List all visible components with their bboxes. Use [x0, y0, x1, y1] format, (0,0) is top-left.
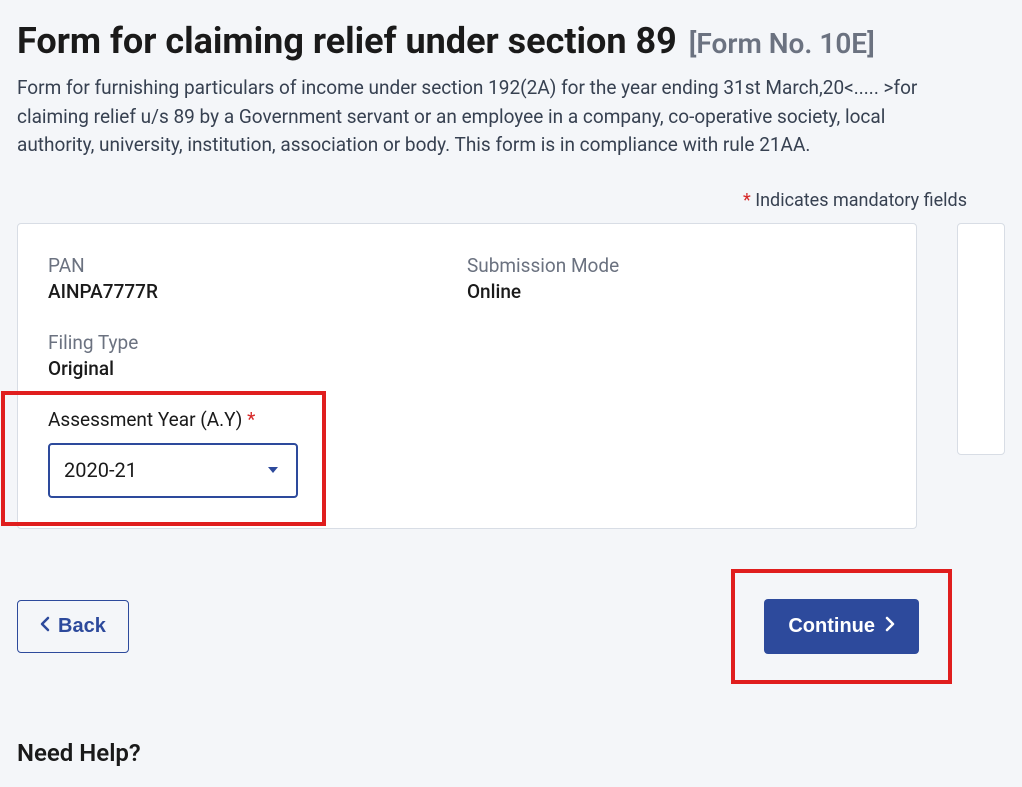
- pan-value: AINPA7777R: [48, 280, 467, 303]
- filing-type-value: Original: [48, 357, 886, 380]
- mandatory-note: * Indicates mandatory fields: [17, 190, 967, 211]
- continue-button[interactable]: Continue: [764, 599, 919, 654]
- side-panel: [957, 223, 1005, 455]
- pan-label: PAN: [48, 254, 467, 277]
- page-description: Form for furnishing particulars of incom…: [17, 74, 967, 160]
- filing-type-label: Filing Type: [48, 331, 886, 354]
- chevron-left-icon: [40, 615, 50, 638]
- back-button-label: Back: [58, 615, 106, 638]
- submission-mode-block: Submission Mode Online: [467, 254, 886, 303]
- assessment-year-dropdown[interactable]: 2020-21: [48, 443, 298, 498]
- submission-mode-label: Submission Mode: [467, 254, 886, 277]
- assessment-year-selected: 2020-21: [64, 458, 137, 482]
- need-help-heading: Need Help?: [17, 739, 1005, 767]
- asterisk-icon: *: [743, 190, 751, 211]
- chevron-down-icon: [268, 467, 278, 473]
- page-title: Form for claiming relief under section 8…: [17, 20, 677, 62]
- mandatory-text: Indicates mandatory fields: [755, 190, 967, 211]
- assessment-year-label-text: Assessment Year (A.Y): [48, 408, 242, 431]
- form-card: PAN AINPA7777R Submission Mode Online Fi…: [17, 223, 917, 529]
- back-button[interactable]: Back: [17, 600, 129, 653]
- actions-row: Back Continue: [17, 569, 952, 684]
- assessment-year-label: Assessment Year (A.Y) *: [48, 408, 886, 431]
- form-number: [Form No. 10E]: [689, 27, 875, 60]
- submission-mode-value: Online: [467, 280, 886, 303]
- continue-button-label: Continue: [788, 615, 875, 638]
- chevron-right-icon: [885, 615, 895, 638]
- continue-wrapper: Continue: [731, 569, 952, 684]
- assessment-year-block: Assessment Year (A.Y) * 2020-21: [48, 408, 886, 498]
- asterisk-icon: *: [247, 408, 255, 431]
- filing-type-block: Filing Type Original: [48, 331, 886, 380]
- pan-block: PAN AINPA7777R: [48, 254, 467, 303]
